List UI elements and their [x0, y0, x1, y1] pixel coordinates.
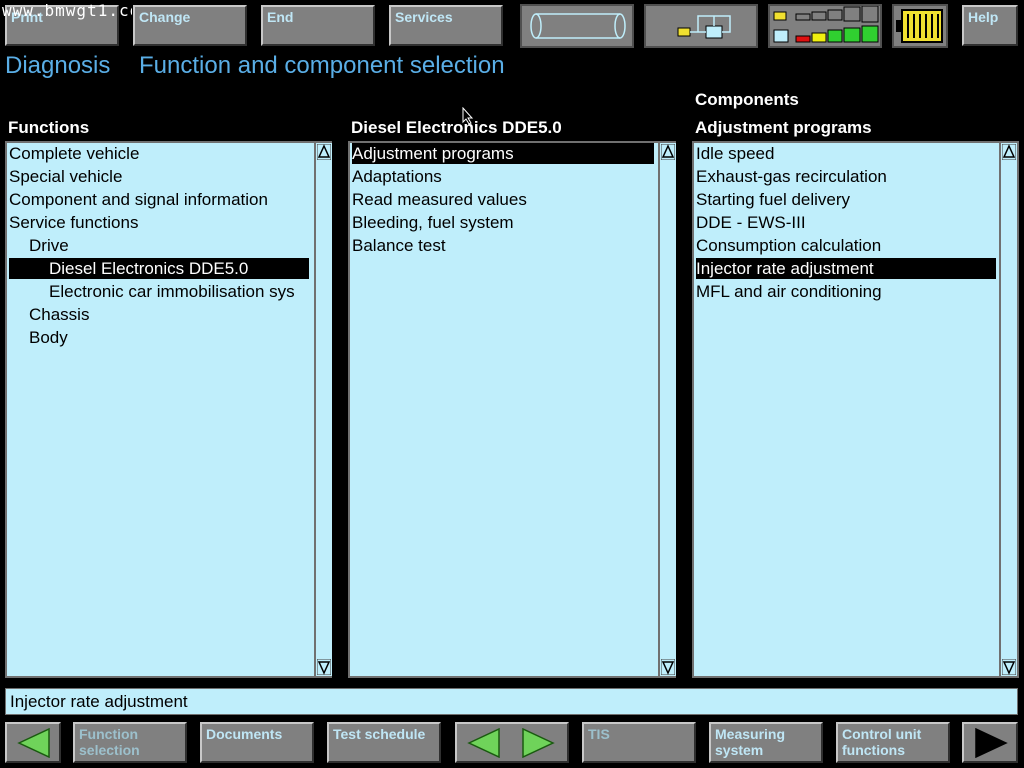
list-item[interactable]: Idle speed	[696, 143, 996, 164]
list-item[interactable]: Body	[9, 327, 309, 348]
function-selection-label: Function selection	[79, 726, 140, 758]
list-item[interactable]: Read measured values	[352, 189, 654, 210]
adjustment-programs-header: Adjustment programs	[695, 118, 872, 137]
end-button[interactable]: End	[260, 4, 376, 47]
watermark: www.bmwgt1.com	[2, 1, 151, 20]
battery-status-icon	[520, 4, 634, 48]
page-nav-button[interactable]	[454, 721, 570, 764]
connector-icon	[892, 4, 948, 48]
components-header: Components	[695, 90, 799, 109]
services-button-label: Services	[395, 9, 453, 25]
module-scrollbar[interactable]	[658, 143, 676, 676]
list-item[interactable]: Consumption calculation	[696, 235, 996, 256]
scroll-down-arrow-icon[interactable]	[317, 659, 331, 675]
arrow-left-icon	[17, 728, 50, 758]
measuring-system-button[interactable]: Measuring system	[708, 721, 824, 764]
components-list[interactable]: Idle speed Exhaust-gas recirculation Start…	[692, 141, 1019, 678]
scroll-up-arrow-icon[interactable]	[661, 144, 675, 160]
functions-header: Functions	[8, 118, 90, 137]
functions-scrollbar[interactable]	[314, 143, 332, 676]
test-schedule-button[interactable]: Test schedule	[326, 721, 442, 764]
list-item[interactable]: MFL and air conditioning	[696, 281, 996, 302]
services-button[interactable]: Services	[388, 4, 504, 47]
scroll-down-arrow-icon[interactable]	[661, 659, 675, 675]
list-item[interactable]: Chassis	[9, 304, 309, 325]
tis-label: TIS	[588, 726, 610, 742]
documents-button[interactable]: Documents	[199, 721, 315, 764]
list-item[interactable]: Special vehicle	[9, 166, 309, 187]
change-button-label: Change	[139, 9, 191, 25]
change-button[interactable]: Change	[132, 4, 248, 47]
back-button[interactable]	[4, 721, 62, 764]
signal-strength-icon	[768, 4, 882, 48]
connection-diagram-icon	[644, 4, 758, 48]
functions-list[interactable]: Complete vehicle Special vehicle Component…	[5, 141, 332, 678]
tis-button[interactable]: TIS	[581, 721, 697, 764]
arrow-right-icon[interactable]	[521, 728, 555, 758]
list-item[interactable]: Complete vehicle	[9, 143, 309, 164]
selection-status-field: Injector rate adjustment	[5, 688, 1018, 715]
section-title: Diagnosis	[5, 52, 111, 79]
list-item[interactable]: Component and signal information	[9, 189, 309, 210]
scroll-up-arrow-icon[interactable]	[317, 144, 331, 160]
list-item[interactable]: Exhaust-gas recirculation	[696, 166, 996, 187]
end-button-label: End	[267, 9, 294, 25]
measuring-system-label: Measuring system	[715, 726, 786, 758]
list-item[interactable]: Drive	[9, 235, 309, 256]
test-schedule-label: Test schedule	[333, 726, 426, 742]
list-item[interactable]: Balance test	[352, 235, 654, 256]
module-functions-list[interactable]: Adjustment programs Adaptations Read measu…	[348, 141, 676, 678]
function-selection-button[interactable]: Function selection	[72, 721, 188, 764]
control-unit-functions-button[interactable]: Control unit functions	[835, 721, 951, 764]
list-item[interactable]: Adaptations	[352, 166, 654, 187]
arrow-right-icon	[975, 728, 1008, 758]
control-unit-functions-label: Control unit functions	[842, 726, 922, 758]
list-item[interactable]: Electronic car immobilisation sys	[9, 281, 309, 302]
arrow-left-icon[interactable]	[467, 728, 501, 758]
help-button[interactable]: Help	[961, 4, 1019, 47]
forward-button[interactable]	[961, 721, 1019, 764]
list-item[interactable]: Injector rate adjustment	[696, 258, 996, 279]
scroll-down-arrow-icon[interactable]	[1002, 659, 1016, 675]
list-item[interactable]: Adjustment programs	[352, 143, 654, 164]
scroll-up-arrow-icon[interactable]	[1002, 144, 1016, 160]
list-item[interactable]: Bleeding, fuel system	[352, 212, 654, 233]
list-item[interactable]: Service functions	[9, 212, 309, 233]
documents-label: Documents	[206, 726, 283, 742]
module-header: Diesel Electronics DDE5.0	[351, 118, 562, 137]
page-title: Function and component selection	[139, 52, 505, 79]
components-scrollbar[interactable]	[999, 143, 1017, 676]
list-item[interactable]: Diesel Electronics DDE5.0	[9, 258, 309, 279]
help-button-label: Help	[968, 9, 999, 25]
list-item[interactable]: Starting fuel delivery	[696, 189, 996, 210]
list-item[interactable]: DDE - EWS-III	[696, 212, 996, 233]
